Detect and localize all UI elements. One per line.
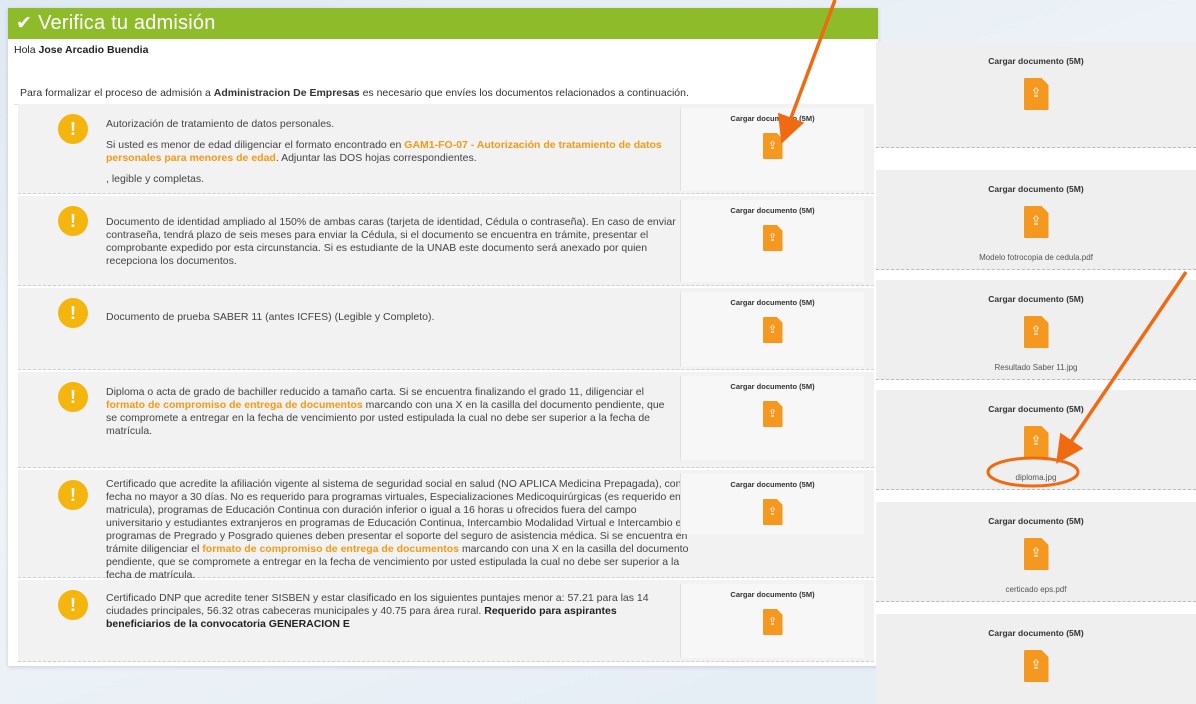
requirement-row-diploma: ! Diploma o acta de grado de bachiller r…: [18, 372, 874, 468]
intro-before: Para formalizar el proceso de admisión a: [20, 87, 211, 99]
upload-file-icon[interactable]: [1023, 206, 1049, 238]
requirement-row-id-document: ! Documento de identidad ampliado al 150…: [18, 196, 874, 286]
greeting: Hola Jose Arcadio Buendia: [8, 39, 878, 56]
commitment-format-link[interactable]: formato de compromiso de entrega de docu…: [106, 399, 363, 411]
upload-file-icon[interactable]: [762, 225, 783, 251]
requirement-description: Documento de identidad ampliado al 150% …: [106, 216, 676, 276]
requirement-text: Diploma o acta de grado de bachiller red…: [106, 386, 644, 398]
requirement-note: Si usted es menor de edad diligenciar el…: [106, 139, 402, 151]
upload-box[interactable]: Cargar documento (5M): [680, 474, 864, 534]
upload-file-icon[interactable]: [762, 317, 783, 343]
warning-icon: !: [58, 114, 88, 144]
upload-file-icon[interactable]: [1023, 538, 1049, 570]
greeting-prefix: Hola: [14, 44, 36, 56]
upload-card[interactable]: Cargar documento (5M) diploma.jpg: [876, 390, 1196, 490]
user-name: Jose Arcadio Buendia: [38, 44, 149, 56]
upload-label: Cargar documento (5M): [730, 480, 815, 489]
upload-card[interactable]: Cargar documento (5M): [876, 614, 1196, 704]
warning-icon: !: [58, 480, 88, 510]
intro-text: Para formalizar el proceso de admisión a…: [14, 87, 695, 99]
requirement-title: Documento de prueba SABER 11 (antes ICFE…: [106, 311, 435, 323]
uploaded-file-name[interactable]: Resultado Saber 11.jpg: [876, 363, 1196, 372]
upload-file-icon[interactable]: [1023, 316, 1049, 348]
upload-card[interactable]: Cargar documento (5M): [876, 42, 1196, 148]
warning-icon: !: [58, 382, 88, 412]
requirement-title: Autorización de tratamiento de datos per…: [106, 118, 335, 130]
upload-card[interactable]: Cargar documento (5M) Resultado Saber 11…: [876, 280, 1196, 380]
upload-label: Cargar documento (5M): [988, 516, 1084, 526]
warning-icon: !: [58, 590, 88, 620]
requirement-description: Documento de prueba SABER 11 (antes ICFE…: [106, 311, 676, 332]
requirement-title: Documento de identidad ampliado al 150% …: [106, 216, 676, 267]
requirement-extra: , legible y completas.: [106, 173, 205, 185]
requirement-row-health-insurance: ! Certificado que acredite la afiliación…: [18, 470, 874, 581]
upload-box[interactable]: Cargar documento (5M): [680, 108, 864, 190]
upload-label: Cargar documento (5M): [730, 206, 815, 215]
uploaded-file-name[interactable]: Modelo fotrocopia de cedula.pdf: [876, 253, 1196, 262]
upload-file-icon[interactable]: [762, 499, 783, 525]
upload-file-icon[interactable]: [1023, 426, 1049, 458]
upload-file-icon[interactable]: [1023, 650, 1049, 682]
upload-card[interactable]: Cargar documento (5M) certicado eps.pdf: [876, 502, 1196, 602]
requirement-description: Autorización de tratamiento de datos per…: [106, 118, 676, 194]
upload-box[interactable]: Cargar documento (5M): [680, 200, 864, 282]
upload-label: Cargar documento (5M): [988, 628, 1084, 638]
requirement-description: Diploma o acta de grado de bachiller red…: [106, 386, 676, 446]
program-name: Administracion De Empresas: [213, 87, 360, 99]
upload-label: Cargar documento (5M): [730, 590, 815, 599]
warning-icon: !: [58, 298, 88, 328]
requirement-row-data-authorization: ! Autorización de tratamiento de datos p…: [18, 104, 874, 194]
upload-box[interactable]: Cargar documento (5M): [680, 292, 864, 366]
uploaded-documents-column: Cargar documento (5M) Cargar documento (…: [876, 42, 1196, 704]
commitment-format-link[interactable]: formato de compromiso de entrega de docu…: [202, 543, 459, 555]
requirement-row-saber-11: ! Documento de prueba SABER 11 (antes IC…: [18, 288, 874, 370]
intro-after: es necesario que envíes los documentos r…: [362, 87, 689, 99]
upload-label: Cargar documento (5M): [988, 294, 1084, 304]
upload-box[interactable]: Cargar documento (5M): [680, 376, 864, 460]
warning-icon: !: [58, 206, 88, 236]
header-bar: ✔ Verifica tu admisión: [8, 8, 878, 39]
requirement-row-sisben: ! Certificado DNP que acredite tener SIS…: [18, 580, 874, 662]
upload-label: Cargar documento (5M): [730, 298, 815, 307]
uploaded-file-name[interactable]: certicado eps.pdf: [876, 585, 1196, 594]
uploaded-file-name[interactable]: diploma.jpg: [876, 473, 1196, 482]
upload-file-icon[interactable]: [762, 133, 783, 159]
checkmark-icon: ✔: [16, 13, 33, 34]
upload-label: Cargar documento (5M): [730, 382, 815, 391]
upload-file-icon[interactable]: [762, 401, 783, 427]
upload-label: Cargar documento (5M): [988, 56, 1084, 66]
admission-panel: ✔ Verifica tu admisión Hola Jose Arcadio…: [8, 8, 878, 666]
upload-box[interactable]: Cargar documento (5M): [680, 584, 864, 658]
page-title: Verifica tu admisión: [38, 12, 216, 34]
requirement-description: Certificado que acredite la afiliación v…: [106, 478, 696, 590]
requirement-note-end: . Adjuntar las DOS hojas correspondiente…: [275, 152, 477, 164]
upload-label: Cargar documento (5M): [988, 404, 1084, 414]
upload-file-icon[interactable]: [762, 609, 783, 635]
requirement-description: Certificado DNP que acredite tener SISBE…: [106, 592, 676, 639]
upload-card[interactable]: Cargar documento (5M) Modelo fotrocopia …: [876, 170, 1196, 270]
upload-label: Cargar documento (5M): [988, 184, 1084, 194]
upload-file-icon[interactable]: [1023, 78, 1049, 110]
upload-label: Cargar documento (5M): [730, 114, 815, 123]
